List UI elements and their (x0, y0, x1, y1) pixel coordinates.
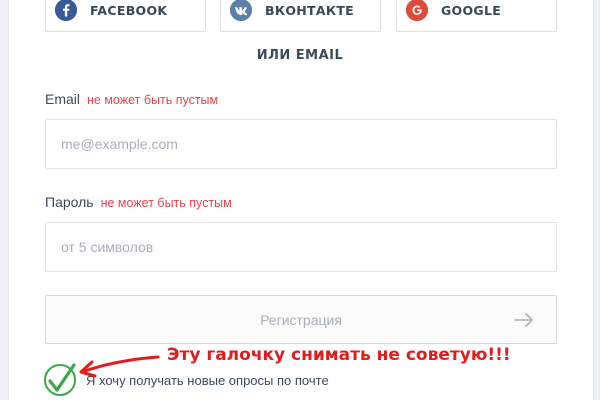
vk-icon (230, 0, 252, 21)
google-label: GOOGLE (441, 2, 502, 18)
vkontakte-login-button[interactable]: ВКОНТАКТЕ (220, 0, 381, 32)
vkontakte-label: ВКОНТАКТЕ (265, 2, 355, 18)
email-error: не может быть пустым (87, 93, 219, 107)
newsletter-checkbox[interactable] (44, 364, 76, 396)
google-icon (406, 0, 428, 21)
google-login-button[interactable]: GOOGLE (396, 0, 557, 32)
arrow-right-icon (514, 313, 533, 327)
password-field-label-row: Пароль не может быть пустым (45, 194, 232, 210)
email-input[interactable] (45, 119, 557, 169)
register-button-label: Регистрация (260, 311, 342, 328)
or-email-divider: ИЛИ EMAIL (256, 48, 344, 63)
facebook-label: FACEBOOK (90, 2, 168, 18)
password-error: не может быть пустым (100, 196, 232, 210)
annotation-text: Эту галочку снимать не советую!!! (167, 345, 511, 365)
facebook-login-button[interactable]: FACEBOOK (45, 0, 206, 32)
newsletter-label: Я хочу получать новые опросы по почте (86, 373, 329, 388)
register-button[interactable]: Регистрация (45, 295, 557, 344)
registration-page: FACEBOOK ВКОНТАКТЕ GOOGLE ИЛИ EMAIL Emai… (0, 0, 600, 400)
password-label: Пароль (45, 194, 94, 210)
email-label: Email (45, 91, 81, 107)
facebook-icon (55, 0, 77, 21)
password-input[interactable] (45, 222, 557, 272)
email-field-label-row: Email не может быть пустым (45, 91, 218, 107)
